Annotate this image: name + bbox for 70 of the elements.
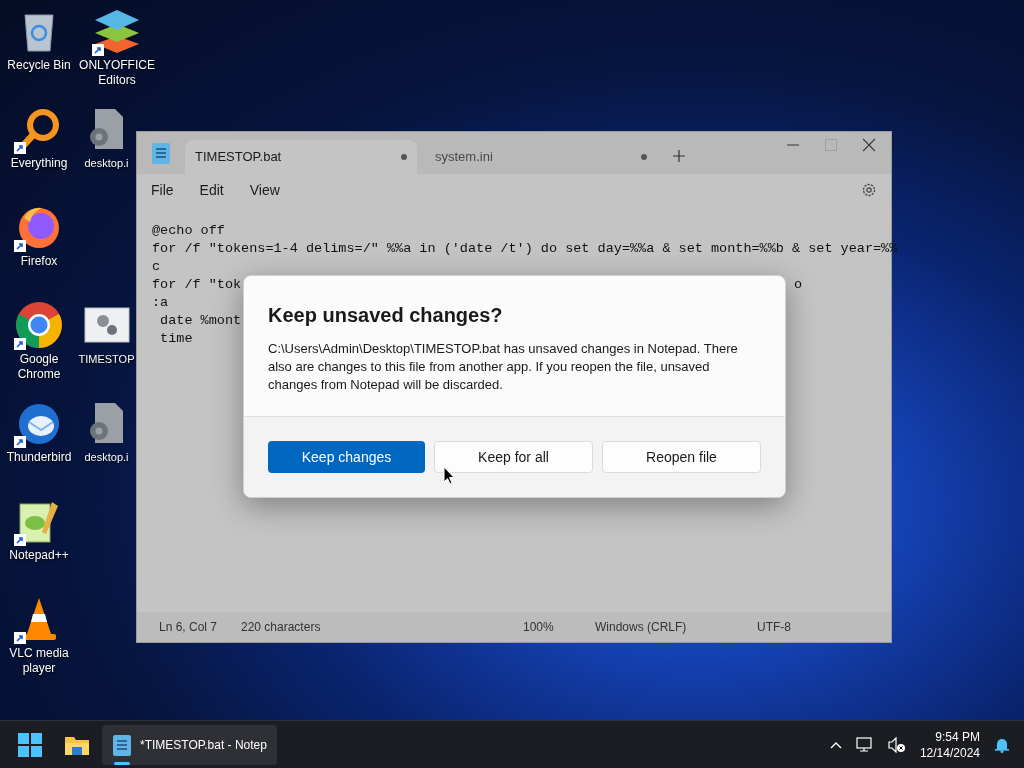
desktop-icon[interactable]: desktop.i (78, 398, 135, 496)
chrome-icon (15, 301, 63, 349)
shortcut-arrow-icon (14, 240, 26, 252)
shortcut-arrow-icon (92, 44, 104, 56)
add-tab-icon[interactable] (673, 150, 685, 162)
speaker-muted-icon[interactable] (887, 736, 906, 753)
desktop-icon[interactable]: Everything (0, 104, 78, 202)
code-line: o (793, 276, 802, 294)
mouse-pointer-icon (443, 466, 455, 485)
code-line: c (152, 258, 161, 276)
desktop-icon-label: Thunderbird (6, 450, 72, 465)
code-line: date %mont (159, 312, 242, 330)
desktop-icon-label: Notepad++ (9, 548, 69, 563)
close-icon[interactable] (863, 138, 875, 152)
notepad-icon (151, 141, 171, 165)
shortcut-arrow-icon (14, 436, 26, 448)
dialog-button[interactable]: Keep changes (268, 441, 425, 473)
status-text: Windows (CRLF) (594, 619, 688, 636)
start-icon (18, 732, 42, 757)
shortcut-arrow-icon (14, 534, 26, 546)
shortcut-arrow-icon (14, 632, 26, 644)
code-line: :a (152, 294, 169, 312)
clock-time[interactable]: 9:54 PM (935, 728, 980, 745)
status-text: 100% (522, 619, 555, 636)
menu-item[interactable]: File (143, 179, 182, 201)
desktop-icon-label: VLC media player (8, 646, 70, 676)
desktop-icon[interactable]: Recycle Bin (0, 6, 78, 104)
desktop-icon-label: TIMESTOP (78, 352, 135, 367)
taskbar-app-label: *TIMESTOP.bat - Notep (140, 736, 267, 754)
clock-date[interactable]: 12/14/2024 (919, 744, 980, 761)
settings-window-icon (83, 307, 130, 343)
desktop-icon-label: ONLYOFFICE Editors (78, 58, 156, 88)
menu-item[interactable]: Edit (191, 179, 232, 201)
file-tab[interactable]: system.ini (425, 140, 657, 174)
code-line: @echo off (152, 222, 225, 240)
desktop-icon[interactable]: desktop.i (78, 104, 135, 202)
desktop-icon[interactable]: Google Chrome (0, 300, 78, 398)
code-line: time (159, 330, 193, 348)
status-text: 220 characters (240, 619, 322, 636)
settings-icon[interactable] (861, 182, 877, 198)
code-line: for /f "tok (152, 276, 242, 294)
desktop-icon-label: Everything (10, 156, 68, 171)
stacked-layers-icon (93, 8, 141, 54)
desktop-icon-label: Google Chrome (16, 352, 62, 382)
desktop-icon[interactable]: TIMESTOP (78, 300, 135, 398)
desktop-icon[interactable]: Notepad++ (0, 496, 78, 594)
taskbar-app[interactable]: *TIMESTOP.bat - Notep (102, 724, 277, 765)
dialog-title: Keep unsaved changes? (268, 303, 504, 328)
active-indicator (114, 761, 130, 765)
file-tab[interactable]: TIMESTOP.bat (185, 140, 417, 174)
desktop-icon-label: desktop.i (84, 156, 129, 171)
shortcut-arrow-icon (14, 142, 26, 154)
desktop-icon-label: Recycle Bin (7, 58, 71, 73)
menu-item[interactable]: View (241, 179, 288, 201)
dialog-message: C:\Users\Admin\Desktop\TIMESTOP.bat has unsaved changes in Notepad. There also are changes to this file from another app. If you reopen the file, unsaved changes from Notepad will be discarded. (268, 340, 739, 394)
network-icon[interactable] (855, 736, 874, 753)
desktop-icon[interactable]: ONLYOFFICE Editors (78, 6, 156, 104)
desktop-icon[interactable]: Thunderbird (0, 398, 78, 496)
status-text: Ln 6, Col 7 (158, 619, 219, 636)
chevron-up-icon[interactable] (829, 740, 842, 749)
desktop-icon[interactable]: Firefox (0, 202, 78, 300)
desktop-icon-label: Firefox (20, 254, 58, 269)
status-text: UTF-8 (756, 619, 791, 636)
shortcut-arrow-icon (14, 338, 26, 350)
desktop-icon[interactable]: VLC media player (0, 594, 78, 692)
notepad-icon (112, 732, 132, 757)
bell-icon[interactable] (994, 736, 1010, 753)
dialog-button[interactable]: Keep for all (434, 441, 593, 473)
dialog-button[interactable]: Reopen file (602, 441, 761, 473)
desktop-icon-label: desktop.i (84, 450, 129, 465)
